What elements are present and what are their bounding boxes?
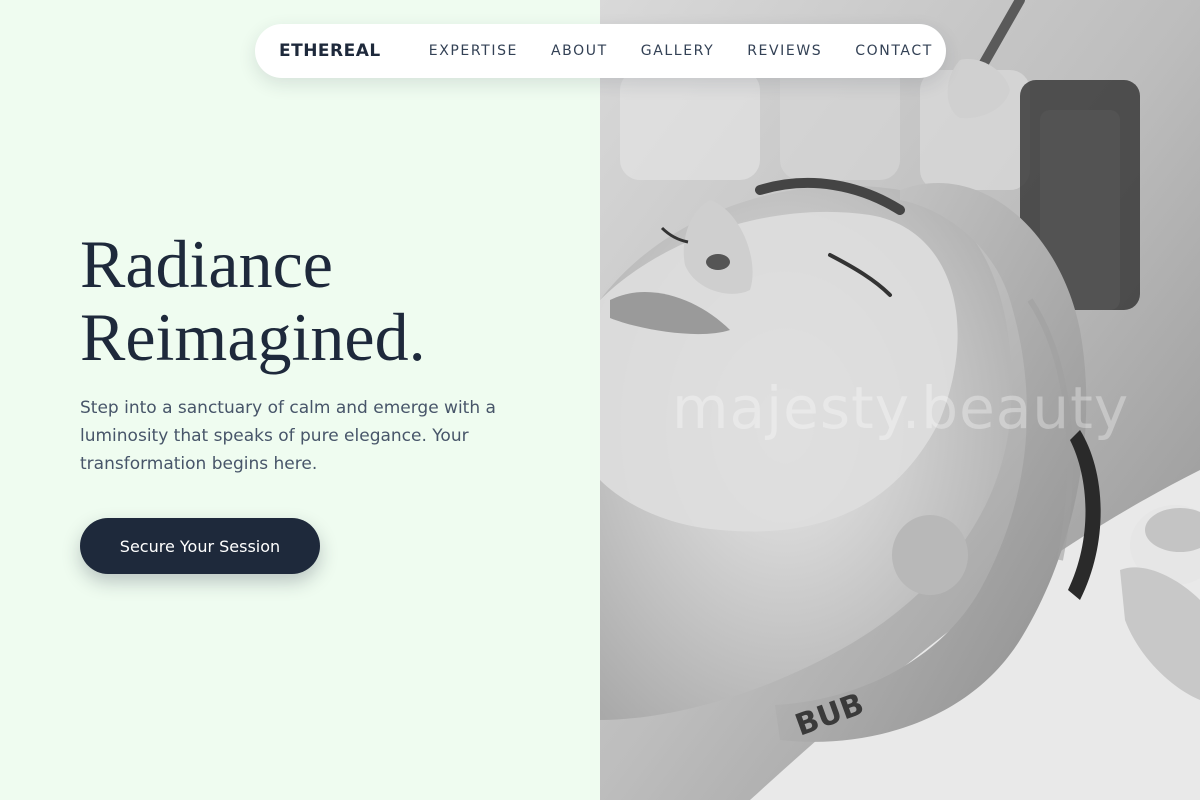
hero-subtitle: Step into a sanctuary of calm and emerge… bbox=[80, 398, 496, 474]
top-navbar: ETHEREAL EXPERTISE ABOUT GALLERY REVIEWS… bbox=[255, 24, 946, 78]
nav-link-expertise[interactable]: EXPERTISE bbox=[429, 43, 518, 59]
nav-link-contact[interactable]: CONTACT bbox=[855, 43, 933, 59]
photo-watermark: majesty.beauty bbox=[672, 374, 1130, 442]
nav-link-gallery[interactable]: GALLERY bbox=[641, 43, 714, 59]
hero-title: Radiance Reimagined. bbox=[80, 228, 580, 374]
hero-photo: BUB majesty.beauty bbox=[600, 0, 1200, 800]
hero-title-line-2: Reimagined. bbox=[80, 299, 426, 375]
nav-link-about[interactable]: ABOUT bbox=[551, 43, 608, 59]
nav-link-reviews[interactable]: REVIEWS bbox=[747, 43, 822, 59]
brand-logo[interactable]: ETHEREAL bbox=[279, 41, 381, 61]
secure-session-button[interactable]: Secure Your Session bbox=[80, 518, 320, 574]
nav-links: EXPERTISE ABOUT GALLERY REVIEWS CONTACT bbox=[429, 43, 933, 59]
hero-title-line-1: Radiance bbox=[80, 226, 333, 302]
